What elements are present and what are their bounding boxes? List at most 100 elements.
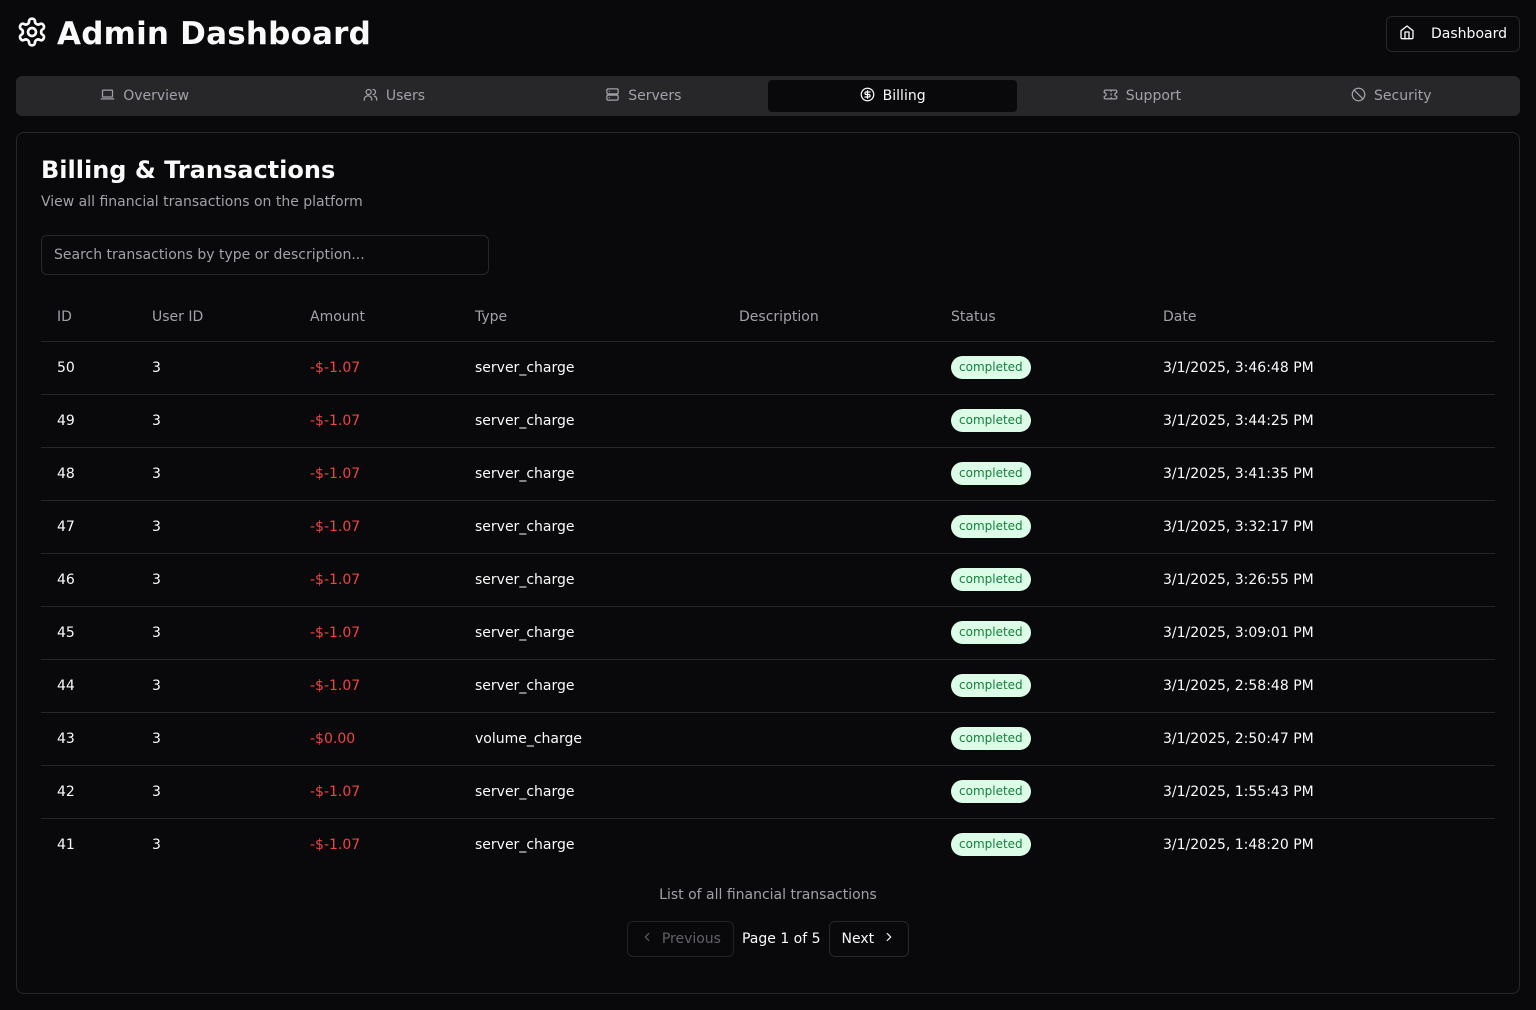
next-label: Next [841, 931, 875, 947]
table-row: 49 3 -$-1.07 server_charge completed 3/1/2025… [41, 394, 1495, 448]
previous-button[interactable]: Previous [626, 921, 734, 957]
cell-amount: -$-1.07 [294, 765, 459, 819]
table-row: 42 3 -$-1.07 server_charge completed 3/1/2025… [41, 765, 1495, 819]
gear-icon [16, 16, 48, 52]
cell-date: 3/1/2025, 1:55:43 PM [1147, 765, 1495, 819]
cell-status: completed [935, 659, 1147, 713]
brand: Admin Dashboard [16, 16, 371, 52]
cell-date: 3/1/2025, 3:09:01 PM [1147, 606, 1495, 660]
table-row: 47 3 -$-1.07 server_charge completed 3/1/2025… [41, 500, 1495, 554]
tab-support[interactable]: Support [1017, 80, 1266, 112]
status-badge: completed [951, 727, 1031, 750]
tab-security[interactable]: Security [1267, 80, 1516, 112]
cell-description [723, 447, 935, 501]
cell-date: 3/1/2025, 2:58:48 PM [1147, 659, 1495, 713]
cell-id: 48 [41, 447, 136, 501]
status-badge: completed [951, 621, 1031, 644]
cell-type: server_charge [459, 765, 723, 819]
column-header-id: ID [41, 293, 136, 342]
cell-type: server_charge [459, 659, 723, 713]
cell-id: 43 [41, 712, 136, 766]
cell-description [723, 606, 935, 660]
cell-amount: -$-1.07 [294, 659, 459, 713]
cell-date: 3/1/2025, 3:41:35 PM [1147, 447, 1495, 501]
table-row: 43 3 -$0.00 volume_charge completed 3/1/2025,… [41, 712, 1495, 766]
tab-label: Support [1125, 88, 1182, 104]
dashboard-button[interactable]: Dashboard [1386, 16, 1520, 52]
tab-label: Users [385, 88, 426, 104]
cell-description [723, 553, 935, 607]
ban-icon [1351, 87, 1366, 106]
cell-amount: -$0.00 [294, 712, 459, 766]
status-badge: completed [951, 356, 1031, 379]
cell-id: 41 [57, 836, 75, 853]
cell-description [723, 659, 935, 713]
cell-description [723, 818, 935, 871]
server-icon [605, 87, 620, 106]
card-description: View all financial transactions on the p… [41, 194, 363, 210]
cell-user-id: 3 [136, 553, 294, 607]
cell-user-id: 3 [136, 341, 294, 395]
cell-description [723, 712, 935, 766]
cell-id: 47 [41, 500, 136, 554]
cell-amount: -$-1.07 [294, 606, 459, 660]
column-header-amount: Amount [294, 293, 459, 342]
cell-description [723, 765, 935, 819]
status-badge: completed [951, 833, 1031, 857]
tab-servers[interactable]: Servers [519, 80, 768, 112]
users-icon [363, 87, 378, 106]
cell-status: completed [935, 765, 1147, 819]
cell-status: completed [935, 606, 1147, 660]
page-title: Admin Dashboard [57, 16, 372, 52]
previous-label: Previous [661, 931, 721, 947]
cell-type: server_charge [459, 553, 723, 607]
cell-user-id: 3 [136, 394, 294, 448]
tab-billing[interactable]: Billing [767, 80, 1018, 112]
status-badge: completed [951, 674, 1031, 697]
home-icon [1399, 24, 1415, 44]
cell-date: 3/1/2025, 2:50:47 PM [1147, 712, 1495, 766]
tab-users[interactable]: Users [269, 80, 518, 112]
cell-id: 49 [41, 394, 136, 448]
tab-overview[interactable]: Overview [20, 80, 269, 112]
cell-amount: -$-1.07 [294, 500, 459, 554]
status-badge: completed [951, 462, 1031, 485]
pagination: Previous Page 1 of 5 Next [41, 921, 1495, 957]
transactions-table: ID User ID Amount Type Description Statu… [41, 293, 1495, 871]
table-row: 50 3 -$-1.07 server_charge completed 3/1/2025… [41, 341, 1495, 395]
tab-label: Billing [882, 88, 926, 104]
cell-id: 44 [41, 659, 136, 713]
dashboard-button-label: Dashboard [1431, 26, 1507, 42]
search-input[interactable] [41, 235, 489, 275]
cell-amount: -$-1.07 [294, 447, 459, 501]
cell-amount: -$-1.07 [294, 394, 459, 448]
cell-user-id: 3 [136, 659, 294, 713]
next-button[interactable]: Next [828, 921, 910, 957]
cell-amount: -$-1.07 [310, 836, 361, 853]
cell-user-id: 3 [136, 712, 294, 766]
cell-type: server_charge [459, 500, 723, 554]
admin-tabs: Overview Users Servers Billing Support S… [16, 76, 1520, 116]
status-badge: completed [951, 780, 1031, 803]
tab-label: Overview [123, 88, 190, 104]
column-header-description: Description [723, 293, 935, 342]
column-header-status: Status [935, 293, 1147, 342]
cell-user-id: 3 [152, 836, 161, 853]
cell-date: 3/1/2025, 3:32:17 PM [1147, 500, 1495, 554]
ticket-icon [1103, 87, 1118, 106]
cell-date: 3/1/2025, 1:48:20 PM [1163, 836, 1314, 853]
cell-id: 46 [41, 553, 136, 607]
laptop-icon [100, 87, 115, 106]
status-badge: completed [951, 515, 1031, 538]
cell-user-id: 3 [136, 765, 294, 819]
billing-card: Billing & Transactions View all financia… [16, 132, 1520, 994]
cell-date: 3/1/2025, 3:26:55 PM [1147, 553, 1495, 607]
cell-id: 42 [41, 765, 136, 819]
status-badge: completed [951, 409, 1031, 432]
cell-description [723, 500, 935, 554]
cell-status: completed [935, 553, 1147, 607]
card-title: Billing & Transactions [41, 156, 336, 184]
table-row: 45 3 -$-1.07 server_charge completed 3/1/2025… [41, 606, 1495, 660]
cell-type: server_charge [459, 447, 723, 501]
cell-status: completed [935, 447, 1147, 501]
